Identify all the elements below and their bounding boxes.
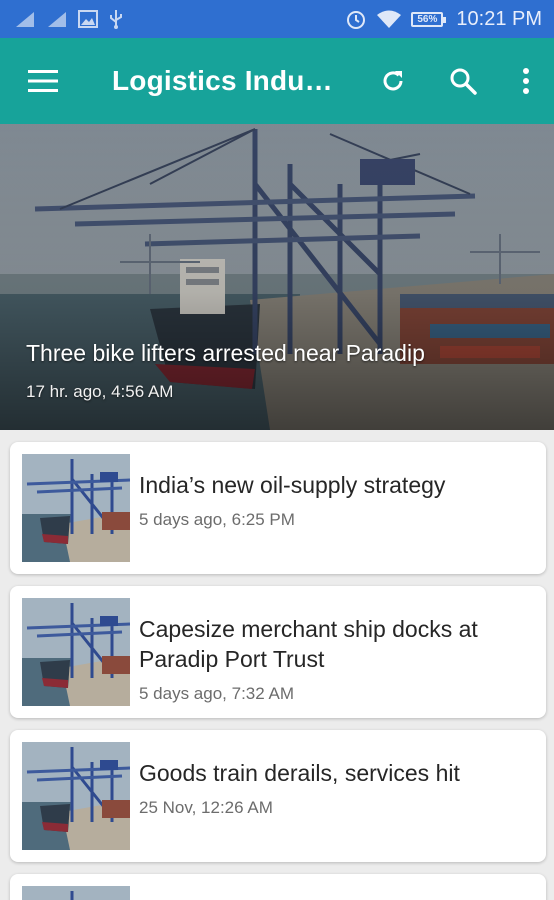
article-card-partial[interactable] [10,874,546,900]
search-icon [450,68,477,95]
alarm-icon [345,8,367,30]
article-thumbnail [22,598,130,706]
status-left [14,9,124,29]
article-title: Goods train derails, services hit [139,760,460,786]
battery-icon: 56% [411,11,447,27]
article-time: 5 days ago, 6:25 PM [139,510,295,529]
signal-icon [14,10,36,28]
menu-button[interactable] [0,38,86,124]
app-title: Logistics Indu… [112,65,333,96]
usb-icon [108,9,124,29]
status-time: 10:21 PM [456,7,542,30]
article-title: Capesize merchant ship docks at Paradip … [139,616,478,672]
article-time: 5 days ago, 7:32 AM [139,684,294,703]
article-card[interactable]: Goods train derails, services hit 25 Nov… [10,730,546,862]
article-time: 25 Nov, 12:26 AM [139,798,273,817]
article-card[interactable]: Capesize merchant ship docks at Paradip … [10,586,546,718]
featured-article[interactable]: Three bike lifters arrested near Paradip… [0,124,554,430]
app-bar: Logistics Indu… [0,38,554,124]
app-bar-actions [358,38,554,124]
refresh-icon [383,71,403,91]
image-notification-icon [78,10,98,28]
wifi-icon [376,9,402,29]
menu-icon [28,70,58,92]
status-right: 56% 10:21 PM [345,8,542,31]
refresh-button[interactable] [358,38,428,124]
featured-article-time: 17 hr. ago, 4:56 AM [26,382,174,401]
article-thumbnail [22,454,130,562]
article-thumbnail [22,742,130,850]
article-thumbnail [22,886,130,900]
app-screen: 56% 10:21 PM Logistics Indu… Three bike … [0,0,554,900]
more-vert-icon [523,68,529,94]
featured-article-title: Three bike lifters arrested near Paradip [26,340,425,366]
article-title: India’s new oil-supply strategy [139,472,446,498]
signal-secondary-icon [46,10,68,28]
search-button[interactable] [428,38,498,124]
more-options-button[interactable] [498,38,554,124]
status-bar: 56% 10:21 PM [0,0,554,38]
article-card[interactable]: India’s new oil-supply strategy 5 days a… [10,442,546,574]
